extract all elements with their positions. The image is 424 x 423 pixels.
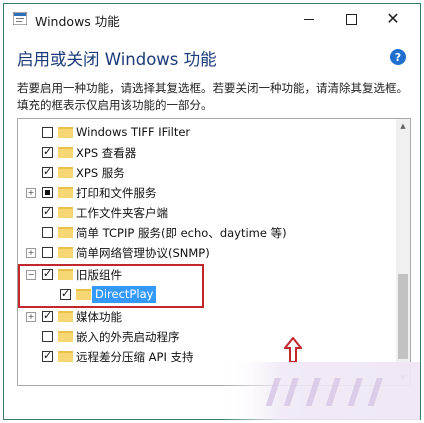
feature-label: 媒体功能: [76, 310, 122, 324]
help-icon[interactable]: ?: [390, 49, 406, 65]
feature-label: 嵌入的外壳启动程序: [76, 330, 180, 344]
expand-icon[interactable]: +: [26, 188, 36, 198]
maximize-icon: [345, 13, 357, 25]
windows-features-dialog: Windows 功能 ✕ 启用或关闭 Windows 功能 ? 若要启用一种功能…: [3, 3, 421, 420]
folder-icon: [58, 331, 73, 342]
tree-row-print-and-file-services[interactable]: + 打印和文件服务: [18, 183, 388, 203]
windows-features-app-icon: [13, 12, 27, 25]
checkbox[interactable]: [42, 349, 53, 362]
folder-icon: [58, 207, 73, 218]
feature-label: 远程差分压缩 API 支持: [76, 350, 194, 364]
checkbox[interactable]: [42, 187, 53, 198]
folder-icon: [58, 147, 73, 158]
features-tree: Windows TIFF IFilter XPS 查看器 XPS 服务 + 打印…: [17, 118, 411, 386]
folder-icon: [58, 351, 73, 362]
page-title: 启用或关闭 Windows 功能: [17, 50, 217, 69]
expand-icon[interactable]: +: [26, 312, 36, 322]
checkbox[interactable]: [42, 247, 53, 258]
close-button[interactable]: ✕: [373, 6, 413, 32]
feature-label: XPS 服务: [76, 166, 125, 180]
folder-icon: [58, 167, 73, 178]
up-arrow-annotation-icon: [284, 337, 302, 363]
maximize-button[interactable]: [331, 6, 371, 32]
tree-row-simple-tcpip-services[interactable]: 简单 TCPIP 服务(即 echo、daytime 等): [18, 223, 388, 243]
folder-icon: [58, 311, 73, 322]
tree-row-embedded-shell-launcher[interactable]: 嵌入的外壳启动程序: [18, 327, 388, 347]
folder-icon: [58, 247, 73, 258]
feature-label: Windows TIFF IFilter: [76, 125, 191, 139]
checkbox[interactable]: [42, 227, 53, 238]
watermark-logo: [220, 362, 420, 420]
feature-label: 工作文件夹客户端: [76, 206, 168, 220]
feature-label: XPS 查看器: [76, 146, 137, 160]
checkbox[interactable]: [42, 309, 53, 322]
feature-label: 简单 TCPIP 服务(即 echo、daytime 等): [76, 226, 287, 240]
instructions-text: 若要启用一种功能，请选择其复选框。若要关闭一种功能，请清除其复选框。填充的框表示…: [17, 81, 408, 112]
checkbox[interactable]: [42, 145, 53, 158]
folder-icon: [58, 227, 73, 238]
tree-row-work-folders-client[interactable]: 工作文件夹客户端: [18, 203, 388, 223]
vertical-scrollbar[interactable]: ▲ ▼: [396, 119, 410, 385]
tree-row-windows-tiff-ifilter[interactable]: Windows TIFF IFilter: [18, 123, 388, 143]
tree-row-xps-viewer[interactable]: XPS 查看器: [18, 143, 388, 163]
folder-icon: [58, 127, 73, 138]
tree-row-media-features[interactable]: + 媒体功能: [18, 307, 388, 327]
window-title: Windows 功能: [35, 14, 120, 29]
tree-row-xps-services[interactable]: XPS 服务: [18, 163, 388, 183]
expand-icon[interactable]: +: [26, 248, 36, 258]
folder-icon: [58, 187, 73, 198]
close-icon: ✕: [386, 9, 400, 28]
feature-label: 简单网络管理协议(SNMP): [76, 246, 210, 260]
title-bar: Windows 功能 ✕: [4, 4, 420, 34]
minimize-icon: [304, 18, 314, 20]
minimize-button[interactable]: [289, 6, 329, 32]
checkbox[interactable]: [42, 127, 53, 138]
checkbox[interactable]: [42, 165, 53, 178]
feature-label: 打印和文件服务: [76, 186, 157, 200]
highlight-annotation-box: [18, 264, 204, 308]
scroll-thumb[interactable]: [398, 274, 408, 359]
checkbox[interactable]: [42, 331, 53, 342]
scroll-up-icon[interactable]: ▲: [396, 119, 410, 133]
checkbox[interactable]: [42, 205, 53, 218]
tree-row-snmp[interactable]: + 简单网络管理协议(SNMP): [18, 243, 388, 263]
